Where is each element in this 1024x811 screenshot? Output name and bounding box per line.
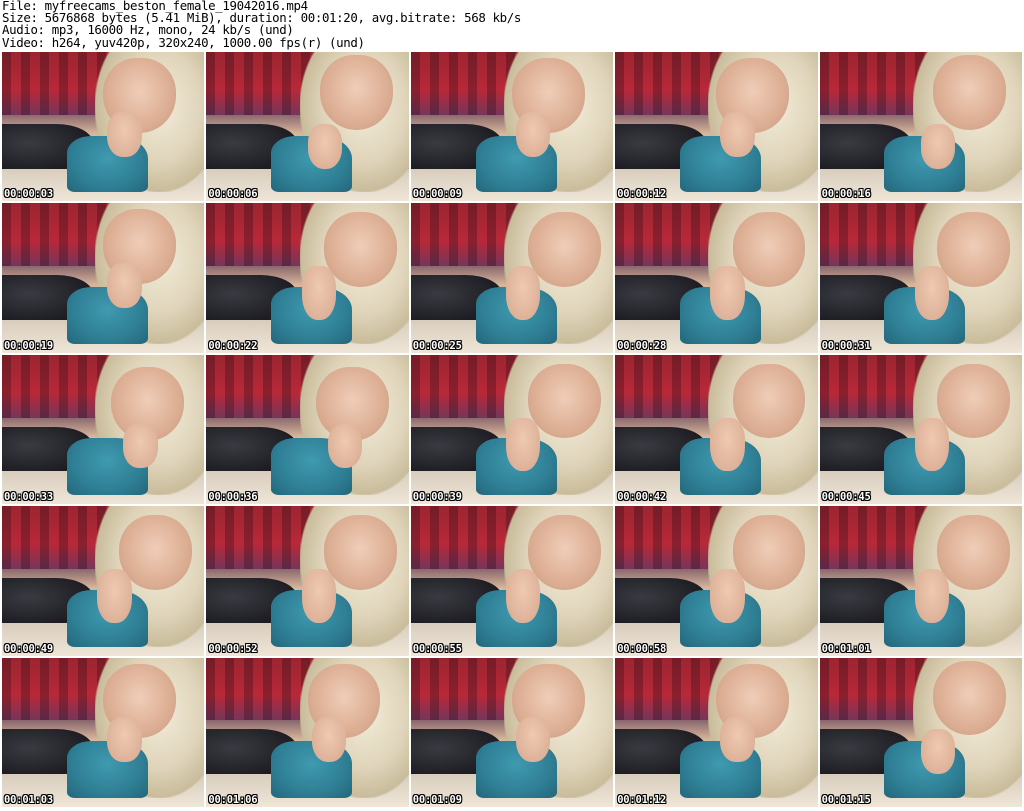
thumbnail-face <box>732 515 806 590</box>
thumbnail-timestamp: 00:01:12 <box>617 793 667 806</box>
thumbnail-timestamp: 00:00:33 <box>4 491 53 504</box>
video-thumbnail: 00:01:03 <box>2 657 205 807</box>
thumbnail-timestamp: 00:00:28 <box>617 339 667 352</box>
thumbnail-timestamp: 00:00:25 <box>412 339 462 352</box>
thumbnail-face <box>323 212 397 288</box>
thumbnail-face <box>528 212 602 288</box>
video-thumbnail: 00:00:49 <box>2 506 205 656</box>
thumbnail-timestamp: 00:01:03 <box>4 793 53 806</box>
thumbnail-hand <box>516 111 551 157</box>
video-thumbnail: 00:00:25 <box>410 203 614 353</box>
video-thumbnail: 00:00:16 <box>819 52 1022 202</box>
thumbnail-face <box>732 212 806 288</box>
thumbnail-hand <box>720 111 755 157</box>
thumbnail-timestamp: 00:00:16 <box>821 188 871 201</box>
thumbnail-hand <box>920 123 956 169</box>
thumbnail-face <box>528 363 602 439</box>
thumbnail-timestamp: 00:01:06 <box>208 793 258 806</box>
thumbnail-hand <box>516 717 551 763</box>
video-thumbnail: 00:00:22 <box>206 203 409 353</box>
thumbnail-timestamp: 00:00:39 <box>412 491 462 504</box>
video-thumbnail: 00:00:33 <box>2 354 205 505</box>
video-thumbnail: 00:00:52 <box>206 506 409 656</box>
video-thumbnail: 00:01:06 <box>206 657 409 807</box>
thumbnail-face <box>119 515 193 590</box>
thumbnail-hand <box>710 417 745 472</box>
thumbnail-hand <box>710 266 745 320</box>
thumbnail-hand <box>327 423 363 469</box>
video-thumbnail: 00:00:45 <box>819 354 1022 505</box>
video-thumbnail: 00:00:03 <box>2 52 205 202</box>
thumbnail-face <box>932 660 1006 736</box>
video-thumbnail: 00:00:36 <box>206 354 409 505</box>
video-info-line: Video: h264, yuv420p, 320x240, 1000.00 f… <box>2 34 365 50</box>
thumbnail-hand <box>505 417 541 472</box>
thumbnail-face <box>319 54 393 130</box>
thumbnail-timestamp: 00:00:58 <box>617 642 667 655</box>
video-thumbnail: 00:01:09 <box>410 657 614 807</box>
video-thumbnail: 00:00:06 <box>206 52 409 202</box>
thumbnail-hand <box>107 263 142 308</box>
thumbnail-hand <box>710 568 745 623</box>
thumbnail-hand <box>920 729 956 775</box>
thumbnail-timestamp: 00:00:36 <box>208 491 258 504</box>
thumbnail-hand <box>307 123 342 169</box>
thumbnail-face <box>936 515 1010 590</box>
thumbnail-timestamp: 00:00:09 <box>412 188 462 201</box>
thumbnail-timestamp: 00:01:15 <box>821 793 871 806</box>
thumbnail-hand <box>914 568 950 623</box>
thumbnail-hand <box>301 568 336 623</box>
thumbnail-hand <box>505 568 541 623</box>
thumbnail-timestamp: 00:00:52 <box>208 642 258 655</box>
thumbnail-grid: 00:00:03 00:00:06 00:00:09 00:00:12 00:00:16… <box>2 52 1022 807</box>
video-info-header: File: myfreecams_beston_female_19042016.… <box>2 0 1022 49</box>
thumbnail-hand <box>914 417 950 472</box>
thumbnail-hand <box>311 717 347 763</box>
thumbnail-face <box>936 363 1010 439</box>
thumbnail-hand <box>107 717 142 763</box>
thumbnail-timestamp: 00:00:06 <box>208 188 258 201</box>
thumbnail-timestamp: 00:00:55 <box>412 642 462 655</box>
video-thumbnail: 00:00:09 <box>410 52 614 202</box>
thumbnail-hand <box>301 266 336 320</box>
video-thumbnail: 00:00:58 <box>615 506 818 656</box>
thumbnail-timestamp: 00:00:19 <box>4 339 53 352</box>
thumbnail-timestamp: 00:01:09 <box>412 793 462 806</box>
thumbnail-hand <box>123 423 158 469</box>
video-thumbnail: 00:01:12 <box>615 657 818 807</box>
video-thumbnail: 00:00:42 <box>615 354 818 505</box>
video-thumbnail: 00:00:19 <box>2 203 205 353</box>
thumbnail-hand <box>97 568 132 623</box>
thumbnail-hand <box>914 266 950 320</box>
thumbnail-face <box>932 54 1006 130</box>
thumbnail-face <box>936 212 1010 288</box>
thumbnail-timestamp: 00:01:01 <box>821 642 871 655</box>
video-thumbnail: 00:00:39 <box>410 354 614 505</box>
video-thumbnail: 00:00:55 <box>410 506 614 656</box>
thumbnail-timestamp: 00:00:22 <box>208 339 258 352</box>
thumbnail-timestamp: 00:00:42 <box>617 491 667 504</box>
video-thumbnail: 00:00:31 <box>819 203 1022 353</box>
thumbnail-hand <box>505 266 541 320</box>
thumbnail-hand <box>720 717 755 763</box>
video-thumbnail: 00:00:28 <box>615 203 818 353</box>
thumbnail-timestamp: 00:00:49 <box>4 642 53 655</box>
thumbnail-face <box>528 515 602 590</box>
thumbnail-hand <box>107 111 142 157</box>
video-thumbnail: 00:01:01 <box>819 506 1022 656</box>
thumbnail-face <box>323 515 397 590</box>
thumbnail-timestamp: 00:00:45 <box>821 491 871 504</box>
thumbnail-timestamp: 00:00:31 <box>821 339 871 352</box>
video-thumbnail: 00:01:15 <box>819 657 1022 807</box>
video-thumbnail: 00:00:12 <box>615 52 818 202</box>
thumbnail-timestamp: 00:00:12 <box>617 188 667 201</box>
thumbnail-timestamp: 00:00:03 <box>4 188 53 201</box>
